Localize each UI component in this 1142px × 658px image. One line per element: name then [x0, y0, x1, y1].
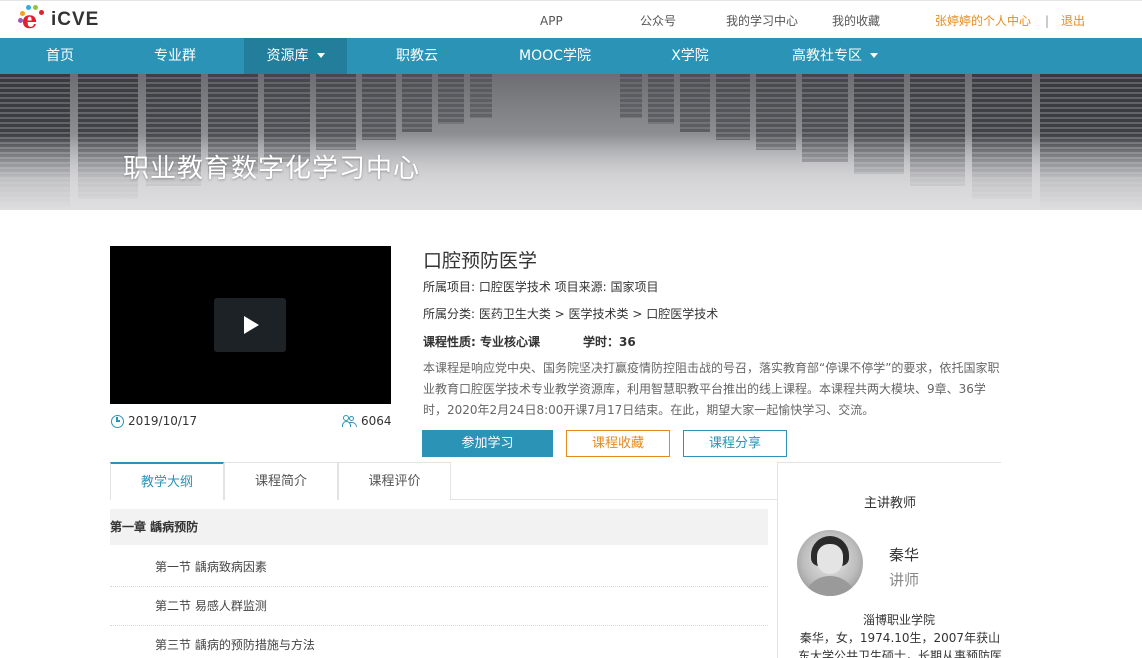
teacher-school: 淄博职业学院	[862, 613, 935, 627]
nav-item-x-college[interactable]: X学院	[650, 38, 730, 74]
nav-item-home[interactable]: 首页	[20, 38, 100, 74]
users-icon	[342, 414, 357, 428]
tab-reviews[interactable]: 课程评价	[338, 462, 451, 500]
play-icon[interactable]	[214, 298, 286, 352]
section-item[interactable]: 第一节 龋病致病因素	[110, 548, 768, 587]
course-description: 本课程是响应党中央、国务院坚决打赢疫情防控阻击战的号召，落实教育部“停课不停学”…	[423, 361, 1000, 417]
tab-introduction[interactable]: 课程简介	[224, 462, 338, 500]
clock-icon	[111, 414, 124, 428]
hero-banner: 职业教育数字化学习中心	[0, 74, 1142, 210]
teacher-bio: 秦华，女，1974.10生，2007年获山东大学公共卫生硕士，长期从事预防医	[797, 631, 1002, 658]
top-separator: |	[1045, 14, 1050, 28]
nav-item-major-group[interactable]: 专业群	[135, 38, 215, 74]
teacher-avatar	[797, 530, 863, 596]
nav-item-higher-ed-zone[interactable]: 高教社专区	[780, 38, 890, 74]
chapter-header[interactable]: 第一章 龋病预防	[110, 509, 768, 545]
favorite-course-button[interactable]: 课程收藏	[566, 430, 670, 457]
banner-title: 职业教育数字化学习中心	[123, 154, 421, 184]
my-favorites-link[interactable]: 我的收藏	[832, 1, 880, 41]
course-date-value: 2019/10/17	[128, 414, 198, 428]
course-title: 口腔预防医学	[423, 250, 538, 272]
tab-syllabus[interactable]: 教学大纲	[110, 462, 224, 500]
share-course-button[interactable]: 课程分享	[683, 430, 787, 457]
top-bar: e iCVE APP 公众号 我的学习中心 我的收藏 张婷婷的个人中心 | 退出	[0, 0, 1142, 38]
section-item[interactable]: 第三节 龋病的预防措施与方法	[110, 626, 768, 658]
chevron-down-icon	[316, 53, 325, 58]
wechat-link[interactable]: 公众号	[640, 1, 676, 41]
logout-link[interactable]: 退出	[1061, 1, 1085, 41]
main-nav: 首页 专业群 资源库 职教云 MOOC学院 X学院 高教社专区	[0, 38, 1142, 74]
course-video-player[interactable]	[110, 246, 391, 404]
chevron-down-icon	[870, 53, 878, 58]
course-date: 2019/10/17	[111, 414, 197, 428]
teacher-heading: 主讲教师	[863, 496, 916, 511]
app-link[interactable]: APP	[540, 1, 563, 41]
course-views: 6064	[342, 414, 392, 428]
top-links: APP 公众号 我的学习中心 我的收藏 张婷婷的个人中心 | 退出	[0, 1, 1142, 39]
teacher-title: 讲师	[889, 571, 920, 589]
sidebar-top-border	[777, 462, 1001, 463]
course-category-line: 所属分类: 医药卫生大类 > 医学技术类 > 口腔医学技术	[423, 307, 719, 321]
section-item[interactable]: 第二节 易感人群监测	[110, 587, 768, 626]
course-nature: 课程性质: 专业核心课	[423, 335, 540, 349]
join-course-button[interactable]: 参加学习	[422, 430, 553, 457]
teacher-name: 秦华	[889, 546, 920, 564]
nav-item-mooc[interactable]: MOOC学院	[505, 38, 605, 74]
my-learning-link[interactable]: 我的学习中心	[726, 1, 798, 41]
nav-item-vocational-cloud[interactable]: 职教云	[377, 38, 457, 74]
user-center-link[interactable]: 张婷婷的个人中心	[935, 1, 1031, 41]
nav-item-resource-library[interactable]: 资源库	[244, 38, 347, 74]
course-project-line: 所属项目: 口腔医学技术 项目来源: 国家项目	[423, 280, 659, 294]
course-hours: 学时：36	[583, 335, 636, 349]
course-views-value: 6064	[361, 414, 392, 428]
